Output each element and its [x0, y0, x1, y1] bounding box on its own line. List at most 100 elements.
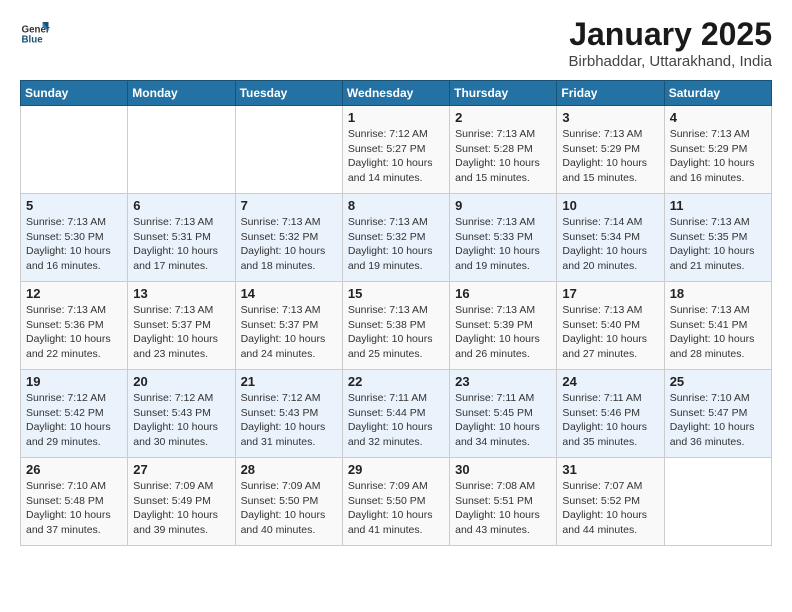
- day-number: 22: [348, 374, 444, 389]
- day-number: 8: [348, 198, 444, 213]
- day-number: 15: [348, 286, 444, 301]
- calendar-cell: 12 Sunrise: 7:13 AM Sunset: 5:36 PM Dayli…: [21, 282, 128, 370]
- calendar-cell: 21 Sunrise: 7:12 AM Sunset: 5:43 PM Dayli…: [235, 370, 342, 458]
- day-info: Sunrise: 7:13 AM Sunset: 5:30 PM Dayligh…: [26, 215, 122, 274]
- day-info: Sunrise: 7:12 AM Sunset: 5:43 PM Dayligh…: [133, 391, 229, 450]
- day-info: Sunrise: 7:13 AM Sunset: 5:33 PM Dayligh…: [455, 215, 551, 274]
- calendar-cell: 5 Sunrise: 7:13 AM Sunset: 5:30 PM Daylig…: [21, 194, 128, 282]
- day-number: 12: [26, 286, 122, 301]
- calendar-cell: 15 Sunrise: 7:13 AM Sunset: 5:38 PM Dayli…: [342, 282, 449, 370]
- day-info: Sunrise: 7:13 AM Sunset: 5:35 PM Dayligh…: [670, 215, 766, 274]
- day-number: 2: [455, 110, 551, 125]
- calendar-cell: 29Sunrise: 7:09 AM Sunset: 5:50 PM Dayli…: [342, 458, 449, 546]
- day-info: Sunrise: 7:09 AM Sunset: 5:50 PM Dayligh…: [241, 479, 337, 538]
- day-number: 11: [670, 198, 766, 213]
- day-number: 10: [562, 198, 658, 213]
- day-number: 25: [670, 374, 766, 389]
- day-info: Sunrise: 7:08 AM Sunset: 5:51 PM Dayligh…: [455, 479, 551, 538]
- calendar-cell: 8 Sunrise: 7:13 AM Sunset: 5:32 PM Daylig…: [342, 194, 449, 282]
- day-number: 13: [133, 286, 229, 301]
- calendar-cell: 7 Sunrise: 7:13 AM Sunset: 5:32 PM Daylig…: [235, 194, 342, 282]
- calendar-body: 1 Sunrise: 7:12 AM Sunset: 5:27 PM Daylig…: [21, 106, 772, 546]
- week-row-1: 1 Sunrise: 7:12 AM Sunset: 5:27 PM Daylig…: [21, 106, 772, 194]
- day-number: 4: [670, 110, 766, 125]
- day-number: 19: [26, 374, 122, 389]
- day-info: Sunrise: 7:11 AM Sunset: 5:46 PM Dayligh…: [562, 391, 658, 450]
- page-header: General Blue January 2025 Birbhaddar, Ut…: [20, 16, 772, 70]
- day-info: Sunrise: 7:13 AM Sunset: 5:39 PM Dayligh…: [455, 303, 551, 362]
- day-number: 7: [241, 198, 337, 213]
- logo-icon: General Blue: [20, 16, 50, 46]
- calendar-cell: [21, 106, 128, 194]
- day-number: 16: [455, 286, 551, 301]
- dow-header-tuesday: Tuesday: [235, 81, 342, 106]
- day-info: Sunrise: 7:13 AM Sunset: 5:31 PM Dayligh…: [133, 215, 229, 274]
- day-number: 9: [455, 198, 551, 213]
- calendar-cell: [664, 458, 771, 546]
- calendar-cell: 28 Sunrise: 7:09 AM Sunset: 5:50 PM Dayli…: [235, 458, 342, 546]
- day-info: Sunrise: 7:14 AM Sunset: 5:34 PM Dayligh…: [562, 215, 658, 274]
- day-of-week-header-row: SundayMondayTuesdayWednesdayThursdayFrid…: [21, 81, 772, 106]
- day-number: 18: [670, 286, 766, 301]
- calendar-cell: 1 Sunrise: 7:12 AM Sunset: 5:27 PM Daylig…: [342, 106, 449, 194]
- day-info: Sunrise: 7:13 AM Sunset: 5:32 PM Dayligh…: [348, 215, 444, 274]
- day-info: Sunrise: 7:09 AM Sunset: 5:49 PM Dayligh…: [133, 479, 229, 538]
- calendar-cell: 4 Sunrise: 7:13 AM Sunset: 5:29 PM Daylig…: [664, 106, 771, 194]
- calendar-cell: [128, 106, 235, 194]
- calendar-cell: 2 Sunrise: 7:13 AM Sunset: 5:28 PM Daylig…: [450, 106, 557, 194]
- day-info: Sunrise: 7:07 AM Sunset: 5:52 PM Dayligh…: [562, 479, 658, 538]
- calendar-cell: 16 Sunrise: 7:13 AM Sunset: 5:39 PM Dayli…: [450, 282, 557, 370]
- dow-header-sunday: Sunday: [21, 81, 128, 106]
- day-info: Sunrise: 7:13 AM Sunset: 5:32 PM Dayligh…: [241, 215, 337, 274]
- week-row-5: 26Sunrise: 7:10 AM Sunset: 5:48 PM Dayli…: [21, 458, 772, 546]
- day-info: Sunrise: 7:12 AM Sunset: 5:27 PM Dayligh…: [348, 127, 444, 186]
- week-row-2: 5 Sunrise: 7:13 AM Sunset: 5:30 PM Daylig…: [21, 194, 772, 282]
- day-info: Sunrise: 7:11 AM Sunset: 5:44 PM Dayligh…: [348, 391, 444, 450]
- day-number: 28: [241, 462, 337, 477]
- day-number: 5: [26, 198, 122, 213]
- calendar-cell: 27 Sunrise: 7:09 AM Sunset: 5:49 PM Dayli…: [128, 458, 235, 546]
- day-number: 23: [455, 374, 551, 389]
- calendar-cell: 17 Sunrise: 7:13 AM Sunset: 5:40 PM Dayli…: [557, 282, 664, 370]
- calendar-cell: 6Sunrise: 7:13 AM Sunset: 5:31 PM Daylig…: [128, 194, 235, 282]
- day-info: Sunrise: 7:13 AM Sunset: 5:29 PM Dayligh…: [670, 127, 766, 186]
- day-number: 21: [241, 374, 337, 389]
- day-number: 3: [562, 110, 658, 125]
- calendar-cell: 19 Sunrise: 7:12 AM Sunset: 5:42 PM Dayli…: [21, 370, 128, 458]
- calendar-cell: 3Sunrise: 7:13 AM Sunset: 5:29 PM Daylig…: [557, 106, 664, 194]
- calendar-cell: 14Sunrise: 7:13 AM Sunset: 5:37 PM Dayli…: [235, 282, 342, 370]
- title-block: January 2025 Birbhaddar, Uttarakhand, In…: [569, 16, 772, 70]
- day-number: 30: [455, 462, 551, 477]
- calendar-cell: 9 Sunrise: 7:13 AM Sunset: 5:33 PM Daylig…: [450, 194, 557, 282]
- calendar-cell: 25 Sunrise: 7:10 AM Sunset: 5:47 PM Dayli…: [664, 370, 771, 458]
- day-info: Sunrise: 7:13 AM Sunset: 5:36 PM Dayligh…: [26, 303, 122, 362]
- day-info: Sunrise: 7:13 AM Sunset: 5:40 PM Dayligh…: [562, 303, 658, 362]
- day-number: 14: [241, 286, 337, 301]
- day-number: 17: [562, 286, 658, 301]
- day-info: Sunrise: 7:10 AM Sunset: 5:47 PM Dayligh…: [670, 391, 766, 450]
- calendar-cell: 26Sunrise: 7:10 AM Sunset: 5:48 PM Dayli…: [21, 458, 128, 546]
- day-info: Sunrise: 7:13 AM Sunset: 5:37 PM Dayligh…: [133, 303, 229, 362]
- day-info: Sunrise: 7:12 AM Sunset: 5:43 PM Dayligh…: [241, 391, 337, 450]
- calendar-cell: 13 Sunrise: 7:13 AM Sunset: 5:37 PM Dayli…: [128, 282, 235, 370]
- day-info: Sunrise: 7:13 AM Sunset: 5:28 PM Dayligh…: [455, 127, 551, 186]
- day-number: 27: [133, 462, 229, 477]
- dow-header-friday: Friday: [557, 81, 664, 106]
- calendar-cell: 24 Sunrise: 7:11 AM Sunset: 5:46 PM Dayli…: [557, 370, 664, 458]
- calendar-cell: 23Sunrise: 7:11 AM Sunset: 5:45 PM Dayli…: [450, 370, 557, 458]
- day-number: 1: [348, 110, 444, 125]
- day-number: 24: [562, 374, 658, 389]
- logo: General Blue: [20, 16, 50, 46]
- day-info: Sunrise: 7:13 AM Sunset: 5:38 PM Dayligh…: [348, 303, 444, 362]
- location-subtitle: Birbhaddar, Uttarakhand, India: [569, 53, 772, 70]
- dow-header-saturday: Saturday: [664, 81, 771, 106]
- day-info: Sunrise: 7:12 AM Sunset: 5:42 PM Dayligh…: [26, 391, 122, 450]
- calendar-table: SundayMondayTuesdayWednesdayThursdayFrid…: [20, 80, 772, 546]
- month-title: January 2025: [569, 16, 772, 53]
- day-number: 31: [562, 462, 658, 477]
- calendar-cell: 31 Sunrise: 7:07 AM Sunset: 5:52 PM Dayli…: [557, 458, 664, 546]
- week-row-3: 12 Sunrise: 7:13 AM Sunset: 5:36 PM Dayli…: [21, 282, 772, 370]
- calendar-cell: 30 Sunrise: 7:08 AM Sunset: 5:51 PM Dayli…: [450, 458, 557, 546]
- dow-header-monday: Monday: [128, 81, 235, 106]
- day-info: Sunrise: 7:10 AM Sunset: 5:48 PM Dayligh…: [26, 479, 122, 538]
